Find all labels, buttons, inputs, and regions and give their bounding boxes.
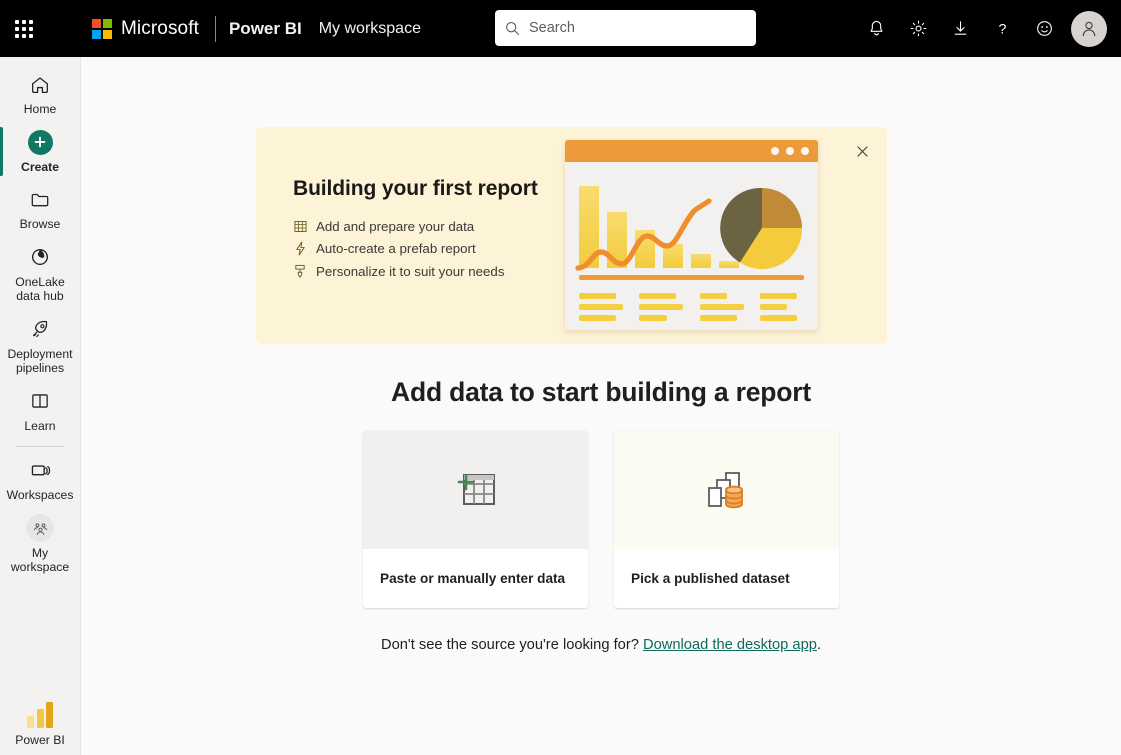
- illustration-browser-window: [565, 140, 818, 330]
- header-divider: [214, 15, 216, 42]
- sidebar-item-power-bi[interactable]: Power BI: [0, 696, 81, 755]
- sidebar-item-label: My workspace: [10, 545, 70, 575]
- people-group-icon: [26, 514, 54, 542]
- illustration-pie-chart: [720, 187, 803, 270]
- book-icon: [29, 389, 51, 414]
- card-pick-a-published-dataset[interactable]: Pick a published dataset: [614, 431, 839, 608]
- current-workspace-name[interactable]: My workspace: [319, 20, 421, 38]
- feedback-button[interactable]: [1023, 8, 1065, 50]
- onelake-icon: [29, 245, 51, 270]
- banner-step: Personalize it to suit your needs: [293, 263, 538, 279]
- sidebar-item-my-workspace[interactable]: My workspace: [0, 509, 81, 581]
- sidebar-footer-label: Power BI: [15, 732, 65, 747]
- sidebar-item-browse[interactable]: Browse: [0, 180, 81, 238]
- illustration-text-col: [579, 293, 623, 321]
- settings-button[interactable]: [897, 8, 939, 50]
- banner-step-text: Auto-create a prefab report: [316, 241, 476, 256]
- card-label: Paste or manually enter data: [380, 571, 566, 586]
- search-input[interactable]: [529, 20, 729, 36]
- banner-step: Auto-create a prefab report: [293, 241, 538, 257]
- banner-step-text: Personalize it to suit your needs: [316, 263, 505, 279]
- illustration-text-col: [699, 293, 744, 321]
- top-navigation-bar: Microsoft Power BI My workspace Search ?: [0, 0, 1121, 57]
- illustration-text-col: [639, 293, 684, 321]
- sidebar-item-label: Home: [23, 102, 57, 116]
- rocket-icon: [29, 317, 51, 342]
- close-icon: [856, 145, 868, 157]
- banner-steps-list: Add and prepare your data Auto-create a …: [293, 218, 538, 279]
- folder-icon: [29, 187, 51, 212]
- banner-step-text: Add and prepare your data: [316, 218, 475, 234]
- sidebar-item-deployment-pipelines[interactable]: Deployment pipelines: [0, 310, 81, 382]
- card-label: Pick a published dataset: [631, 571, 790, 586]
- main-content-area: Building your first report Add and prepa…: [81, 57, 1121, 755]
- app-launcher-button[interactable]: [0, 0, 48, 57]
- workspaces-icon: [29, 458, 52, 483]
- header-action-icons: ?: [855, 0, 1107, 57]
- sidebar-item-label: Deployment pipelines: [7, 346, 73, 376]
- sidebar-item-learn[interactable]: Learn: [0, 382, 81, 440]
- powerbi-logo-icon: [27, 702, 53, 728]
- person-icon: [1082, 21, 1096, 36]
- sidebar-item-create[interactable]: Create: [0, 123, 81, 181]
- bell-icon: [870, 20, 882, 36]
- report-illustration: [565, 140, 818, 330]
- illustration-text-col: [759, 293, 804, 321]
- card-icon-area: [363, 431, 588, 549]
- dataset-icon: [707, 472, 743, 509]
- getting-started-banner: Building your first report Add and prepa…: [256, 127, 887, 344]
- svg-text:?: ?: [998, 21, 1006, 37]
- illustration-title-bar: [565, 140, 818, 162]
- search-icon: [506, 21, 520, 35]
- table-plus-icon: [457, 473, 495, 505]
- waffle-icon: [15, 19, 33, 38]
- power-bi-app: Microsoft Power BI My workspace Search ?…: [0, 0, 1121, 755]
- sidebar-item-onelake-data-hub[interactable]: OneLake data hub: [0, 238, 81, 310]
- download-button[interactable]: [939, 8, 981, 50]
- product-name-power-bi[interactable]: Power BI: [229, 19, 302, 39]
- avatar[interactable]: [1071, 10, 1107, 47]
- plus-circle-icon: [27, 129, 53, 155]
- illustration-divider: [579, 275, 804, 280]
- question-icon: ?: [998, 21, 1006, 37]
- page-title: Add data to start building a report: [391, 377, 811, 407]
- illustration-text-rows: [579, 293, 804, 321]
- sidebar-item-label: Learn: [24, 418, 56, 433]
- sidebar-item-label: OneLake data hub: [15, 274, 65, 304]
- sidebar-item-label: Browse: [19, 217, 61, 231]
- banner-close-button[interactable]: [849, 138, 875, 164]
- left-navigation-sidebar: Home Create Browse OneLake data hub Depl…: [0, 57, 81, 755]
- banner-step: Add and prepare your data: [293, 218, 538, 234]
- data-source-cards: Paste or manually enter data Pick a publ…: [81, 431, 1121, 608]
- sidebar-item-workspaces[interactable]: Workspaces: [0, 451, 81, 509]
- sidebar-item-label: Create: [21, 159, 59, 174]
- smiley-icon: [1036, 21, 1052, 36]
- card-icon-area: [614, 431, 839, 549]
- footer-period: .: [816, 637, 822, 653]
- search-box[interactable]: [495, 10, 756, 46]
- gear-icon: [910, 20, 926, 37]
- table-grid-icon: [293, 218, 307, 234]
- microsoft-logo-link[interactable]: Microsoft: [92, 18, 199, 40]
- banner-title: Building your first report: [293, 177, 538, 200]
- help-button[interactable]: ?: [981, 8, 1023, 50]
- sidebar-item-home[interactable]: Home: [0, 65, 81, 123]
- footer-help-text: Don't see the source you're looking for?…: [81, 637, 1121, 653]
- download-desktop-app-link[interactable]: Download the desktop app: [643, 637, 817, 653]
- sidebar-divider: [16, 446, 64, 447]
- notifications-button[interactable]: [855, 8, 897, 50]
- paintbrush-icon: [293, 263, 307, 279]
- app-body: Home Create Browse OneLake data hub Depl…: [0, 57, 1121, 755]
- footer-question-text: Don't see the source you're looking for?: [380, 637, 639, 653]
- illustration-line-chart: [575, 198, 712, 271]
- download-icon: [954, 21, 966, 35]
- microsoft-wordmark: Microsoft: [121, 17, 199, 39]
- lightning-bolt-icon: [293, 241, 307, 257]
- microsoft-logo-icon: [92, 18, 112, 39]
- home-icon: [29, 72, 51, 97]
- sidebar-item-label: Workspaces: [6, 488, 74, 502]
- banner-text-block: Building your first report Add and prepa…: [293, 177, 538, 279]
- card-paste-or-manually-enter-data[interactable]: Paste or manually enter data: [363, 431, 588, 608]
- illustration-canvas: [565, 162, 818, 330]
